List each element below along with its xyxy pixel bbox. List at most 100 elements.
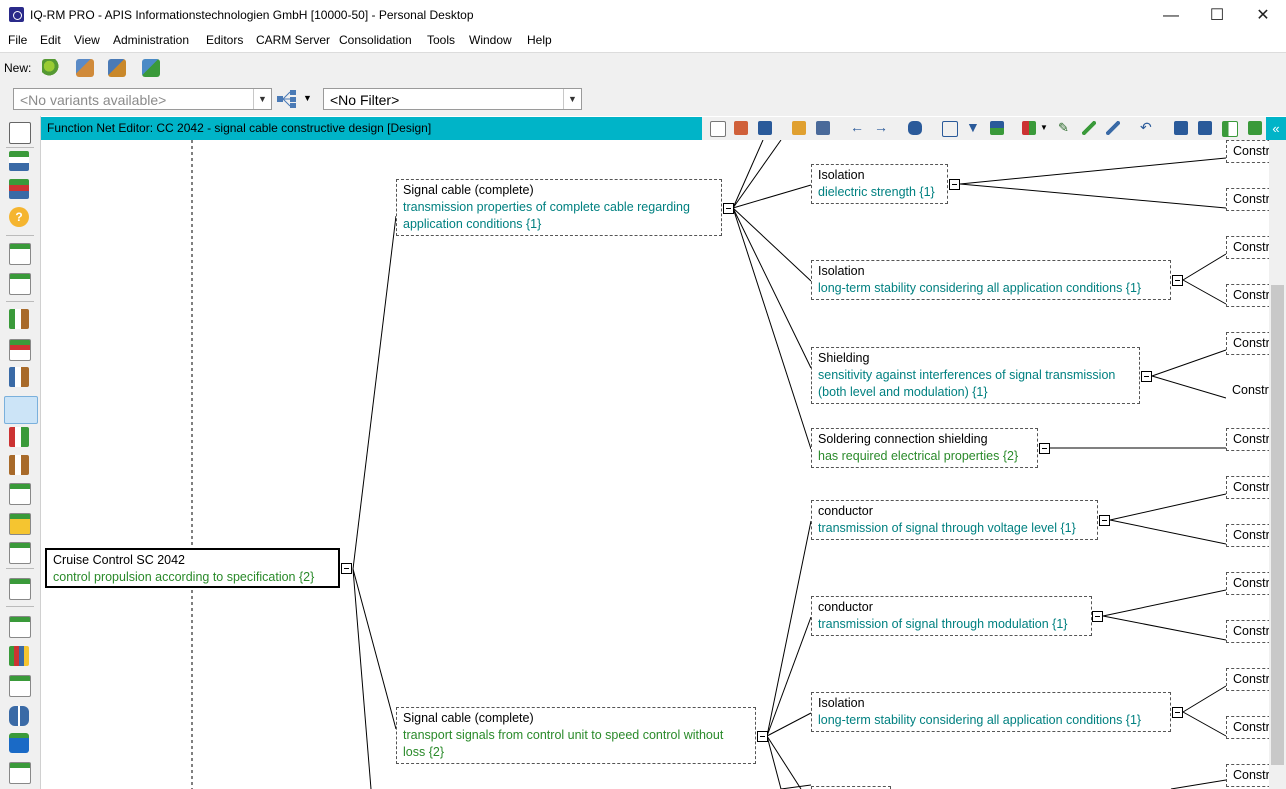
expand-toggle[interactable] (757, 731, 768, 742)
network-icon[interactable] (9, 455, 29, 475)
new-document-icon[interactable] (108, 59, 126, 77)
structure-dropdown-icon[interactable]: ▼ (303, 93, 312, 103)
new-gear-icon[interactable] (42, 59, 60, 77)
node-function-cont: (both level and modulation) {1} (818, 385, 988, 399)
root-node[interactable]: Cruise Control SC 2042 control propulsio… (45, 548, 340, 588)
download-icon[interactable] (1198, 121, 1212, 135)
search-table-icon[interactable] (9, 762, 31, 784)
menu-help[interactable]: Help (527, 33, 552, 47)
find-binoculars-icon[interactable] (908, 121, 922, 135)
node-title: Constr (1233, 528, 1270, 542)
menu-editors[interactable]: Editors (206, 33, 243, 47)
isolation-node[interactable]: Isolation long-term stability considerin… (811, 692, 1171, 732)
history-icon[interactable] (9, 675, 31, 697)
hierarchy-icon[interactable] (9, 367, 29, 387)
info-icon[interactable] (9, 733, 29, 753)
node-function-cont: application conditions {1} (403, 217, 542, 231)
node-title: Signal cable (complete) (403, 183, 534, 197)
save-icon[interactable] (758, 121, 772, 135)
overview-icon[interactable] (9, 122, 31, 144)
maximize-button[interactable]: ☐ (1194, 0, 1240, 31)
expand-toggle[interactable] (341, 563, 352, 574)
list-view-icon[interactable] (9, 151, 29, 171)
form-highlight-icon[interactable] (9, 513, 31, 535)
conductor-node[interactable]: conductor transmission of signal through… (811, 596, 1092, 636)
node-title: Constr (1233, 288, 1270, 302)
filter-combo[interactable]: <No Filter> ▼ (323, 88, 582, 110)
new-item-icon[interactable] (76, 59, 94, 77)
report-icon[interactable] (9, 578, 31, 600)
collapse-tree-icon[interactable] (1248, 121, 1262, 135)
filter-icon[interactable]: ▼ (966, 120, 980, 135)
title-bar: IQ-RM PRO - APIS Informationstechnologie… (0, 0, 1286, 31)
variants-combo[interactable]: <No variants available> ▼ (13, 88, 272, 110)
pencil-icon[interactable]: ✎ (1058, 121, 1072, 135)
expand-toggle[interactable] (1141, 371, 1152, 382)
open-locked-icon[interactable] (734, 121, 748, 135)
expand-toggle[interactable] (1172, 707, 1183, 718)
select-checkbox-icon[interactable] (942, 121, 958, 137)
help-icon[interactable]: ? (9, 207, 29, 227)
expand-toggle[interactable] (1099, 515, 1110, 526)
node-title: Constr (1233, 336, 1270, 350)
failure-net-icon[interactable] (9, 427, 29, 447)
chevron-down-icon[interactable]: ▼ (563, 89, 581, 109)
structure-icon[interactable] (276, 89, 298, 109)
undo-icon[interactable]: ↶ (1140, 120, 1154, 135)
function-net-canvas[interactable]: Cruise Control SC 2042 control propulsio… (41, 140, 1286, 789)
chevron-down-icon[interactable]: ▼ (253, 89, 271, 109)
disconnect-icon[interactable] (1106, 121, 1120, 135)
form-lambda-icon[interactable] (9, 542, 31, 564)
form-icon[interactable] (9, 483, 31, 505)
expand-toggle[interactable] (1092, 611, 1103, 622)
minimize-button[interactable]: — (1148, 0, 1194, 31)
menu-window[interactable]: Window (469, 33, 512, 47)
isolation-node[interactable]: Isolation long-term stability considerin… (811, 260, 1171, 300)
forward-arrow-icon[interactable]: → (874, 120, 888, 135)
collapse-panel-button[interactable]: « (1266, 117, 1286, 140)
layout-dropdown-icon[interactable]: ▼ (1040, 123, 1048, 132)
checklist-icon[interactable] (9, 243, 31, 265)
expand-toggle[interactable] (1172, 275, 1183, 286)
expand-toggle[interactable] (949, 179, 960, 190)
node-function: transport signals from control unit to s… (403, 728, 724, 742)
table-view-icon[interactable] (9, 179, 29, 199)
binoculars-icon[interactable] (9, 706, 29, 726)
function-net-icon[interactable] (4, 396, 38, 424)
editor-header: Function Net Editor: CC 2042 - signal ca… (41, 117, 1286, 140)
soldering-node[interactable]: Soldering connection shielding has requi… (811, 428, 1038, 468)
node-title: Constr (1233, 432, 1270, 446)
new-structure-icon[interactable] (142, 59, 160, 77)
signal-cable-node[interactable]: Signal cable (complete) transmission pro… (396, 179, 722, 236)
conductor-node[interactable]: conductor transmission of signal through… (811, 500, 1098, 540)
filter-list-icon[interactable] (990, 121, 1004, 135)
menu-edit[interactable]: Edit (40, 33, 61, 47)
shielding-node[interactable]: Shielding sensitivity against interferen… (811, 347, 1140, 404)
import-icon[interactable] (1174, 121, 1188, 135)
layout-icon[interactable] (1022, 121, 1036, 135)
measures-icon[interactable] (9, 273, 31, 295)
scrollbar-thumb[interactable] (1271, 285, 1284, 765)
node-function: transmission of signal through voltage l… (818, 521, 1076, 535)
structure-tree-icon[interactable] (9, 309, 29, 329)
back-arrow-icon[interactable]: ← (850, 120, 864, 135)
expand-toggle[interactable] (1039, 443, 1050, 454)
menu-carm-server[interactable]: CARM Server (256, 33, 330, 47)
menu-administration[interactable]: Administration (113, 33, 189, 47)
print-icon[interactable] (816, 121, 830, 135)
structure-list-icon[interactable] (9, 339, 31, 361)
connect-icon[interactable] (1082, 121, 1096, 135)
close-button[interactable]: ✕ (1240, 0, 1286, 31)
expand-tree-icon[interactable] (1222, 121, 1238, 137)
expand-toggle[interactable] (723, 203, 734, 214)
export-icon[interactable] (792, 121, 806, 135)
new-file-icon[interactable] (710, 121, 726, 137)
menu-tools[interactable]: Tools (427, 33, 455, 47)
isolation-node[interactable]: Isolation dielectric strength {1} (811, 164, 948, 204)
menu-view[interactable]: View (74, 33, 100, 47)
menu-consolidation[interactable]: Consolidation (339, 33, 412, 47)
signal-cable-node[interactable]: Signal cable (complete) transport signal… (396, 707, 756, 764)
bar-chart-icon[interactable] (9, 646, 29, 666)
table-icon[interactable] (9, 616, 31, 638)
menu-file[interactable]: File (8, 33, 27, 47)
